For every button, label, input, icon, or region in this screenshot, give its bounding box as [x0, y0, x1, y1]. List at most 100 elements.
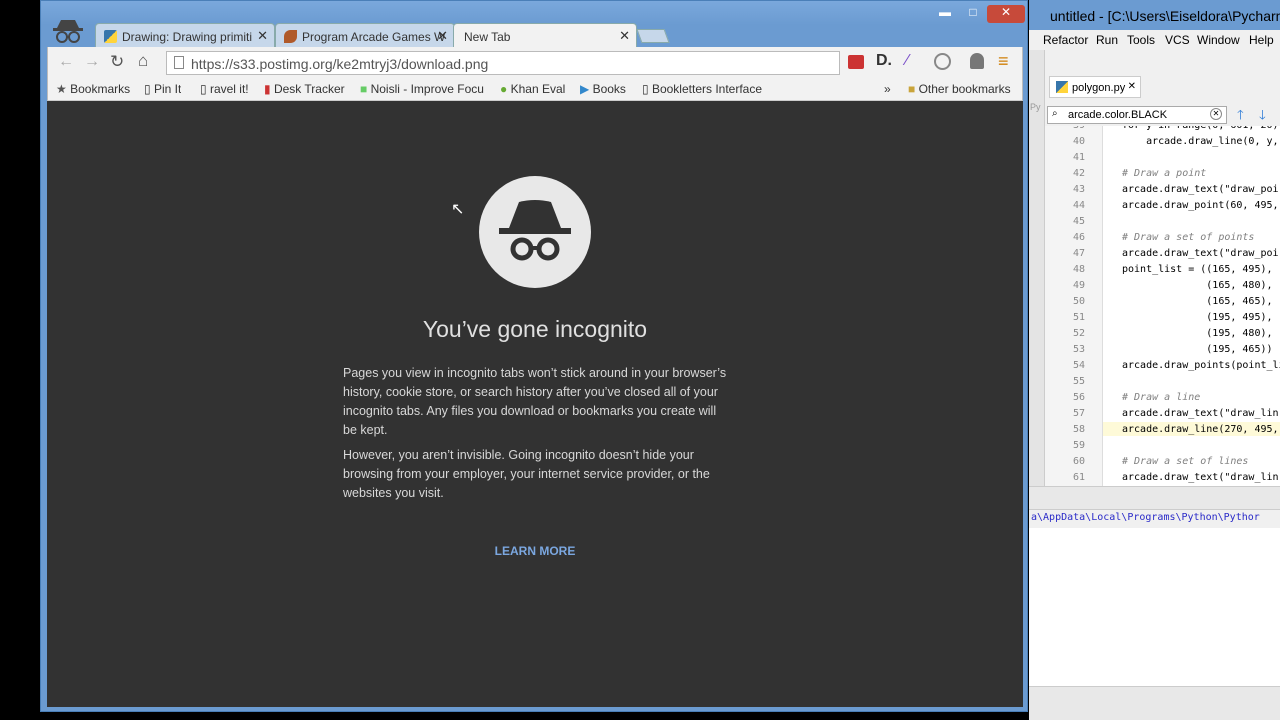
star-icon: ★	[56, 82, 67, 96]
reload-icon[interactable]: ↻	[110, 52, 124, 72]
line-number: 59	[1072, 440, 1085, 451]
page-icon	[174, 56, 184, 69]
extension-pen-icon[interactable]: ⁄	[906, 52, 909, 70]
bookmark-item[interactable]: ▯ ravel it!	[200, 82, 249, 96]
line-number: 46	[1072, 232, 1085, 243]
bookmark-item[interactable]: ▯ Pin It	[144, 82, 181, 96]
tab-close-icon[interactable]: ✕	[437, 28, 448, 44]
leaf-favicon-icon	[284, 30, 297, 43]
minimize-button[interactable]: ▬	[931, 5, 959, 23]
extension-ghost-icon[interactable]	[970, 53, 984, 69]
code-editor[interactable]: 39 for y in range(0, 601, 20): 40 arcade.d…	[1045, 126, 1280, 486]
line-number: 60	[1072, 456, 1085, 467]
incognito-description: Pages you view in incognito tabs won’t s…	[343, 366, 727, 437]
bookmark-item[interactable]: ■ Noisli - Improve Focu	[360, 82, 488, 96]
menu-icon[interactable]: ≡	[998, 51, 1009, 72]
file-tab[interactable]: polygon.py ✕	[1049, 76, 1141, 98]
line-number: 55	[1072, 376, 1085, 387]
menu-tools[interactable]: Tools	[1127, 33, 1155, 47]
new-tab-button[interactable]	[636, 29, 670, 43]
home-icon[interactable]: ⌂	[138, 51, 148, 71]
bookmark-item[interactable]: ● Khan Eval	[500, 82, 565, 96]
bookmark-item[interactable]: ▮ Desk Tracker	[264, 82, 345, 96]
address-bar[interactable]: https://s33.postimg.org/ke2mtryj3/downlo…	[166, 51, 840, 75]
tab-program-arcade-games[interactable]: Program Arcade Games W ✕	[275, 23, 455, 47]
line-number: 48	[1072, 264, 1085, 275]
tab-label: New Tab	[464, 30, 511, 44]
extension-red-icon[interactable]	[848, 55, 864, 69]
maximize-button[interactable]: □	[959, 5, 987, 23]
code-line: (165, 480),	[1122, 280, 1273, 291]
code-line: for y in range(0, 601, 20):	[1122, 126, 1280, 131]
menu-refactor[interactable]: Refactor	[1043, 33, 1088, 47]
bookmark-item[interactable]: ★ Bookmarks	[56, 82, 130, 96]
close-button[interactable]: ✕	[987, 5, 1025, 23]
url-text: https://s33.postimg.org/ke2mtryj3/downlo…	[191, 56, 489, 72]
project-panel-label[interactable]: Py	[1030, 102, 1041, 112]
line-number: 56	[1072, 392, 1085, 403]
search-icon: ⌕	[1052, 108, 1058, 119]
python-file-icon	[1056, 81, 1068, 93]
line-number: 41	[1072, 152, 1085, 163]
leaf-icon: ●	[500, 82, 508, 96]
incognito-warning: However, you aren’t invisible. Going inc…	[343, 448, 710, 500]
incognito-title: You’ve gone incognito	[422, 316, 648, 342]
line-number: 44	[1072, 200, 1085, 211]
bookmark-item[interactable]: ▶ Books	[580, 82, 626, 96]
learn-more-link[interactable]: LEARN MORE	[435, 544, 635, 558]
tab-label: Program Arcade Games W	[302, 30, 446, 44]
menu-vcs[interactable]: VCS	[1165, 33, 1190, 47]
ide-title: untitled - [C:\Users\Eiseldora\Pycharm	[1050, 8, 1280, 24]
tab-label: Drawing: Drawing primiti	[122, 30, 253, 44]
menu-window[interactable]: Window	[1197, 33, 1240, 47]
line-number: 52	[1072, 328, 1085, 339]
tab-new-tab[interactable]: New Tab ✕	[453, 23, 637, 47]
search-next-icon[interactable]: 🡓	[1259, 106, 1266, 128]
incognito-page: ↖ You’ve gone incognito Pages you view i…	[47, 101, 1023, 707]
code-line: arcade.draw_points(point_li	[1122, 360, 1280, 371]
editor-divider	[1029, 486, 1280, 510]
menu-help[interactable]: Help	[1249, 33, 1274, 47]
code-line: arcade.draw_text("draw_lin	[1122, 408, 1279, 419]
tab-drawing-primitives[interactable]: Drawing: Drawing primiti ✕	[95, 23, 275, 47]
line-number: 54	[1072, 360, 1085, 371]
code-line: (195, 480),	[1122, 328, 1273, 339]
play-books-icon: ▶	[580, 82, 590, 96]
bookmarks-bar: ★ Bookmarks ▯ Pin It ▯ ravel it! ▮ Desk …	[47, 79, 1023, 101]
file-tab-close-icon[interactable]: ✕	[1128, 81, 1136, 92]
page-icon: ▯	[642, 82, 649, 96]
back-icon[interactable]: ←	[58, 53, 74, 71]
search-field[interactable]: ⌕ arcade.color.BLACK ✕	[1047, 106, 1227, 124]
bookmarks-overflow-icon[interactable]: »	[884, 82, 891, 96]
search-prev-icon[interactable]: 🡑	[1237, 106, 1244, 128]
code-line: arcade.draw_point(60, 495,	[1122, 200, 1279, 211]
browser-title-bar	[41, 1, 1027, 25]
page-icon: ▯	[144, 82, 151, 96]
ide-sidebar: Py	[1029, 50, 1045, 486]
code-line: point_list = ((165, 495),	[1122, 264, 1273, 275]
browser-window: Drawing: Drawing primiti ✕ Program Arcad…	[40, 0, 1028, 712]
folder-icon: ■	[908, 82, 916, 96]
code-line: arcade.draw_text("draw_poi	[1122, 248, 1279, 259]
line-number: 45	[1072, 216, 1085, 227]
clear-search-icon[interactable]: ✕	[1210, 108, 1222, 120]
code-line: arcade.draw_line(270, 495,	[1122, 424, 1279, 435]
bookmark-item[interactable]: ▯ Bookletters Interface	[642, 82, 770, 96]
incognito-large-icon	[479, 176, 591, 288]
line-number: 61	[1072, 472, 1085, 483]
code-line: (195, 495),	[1122, 312, 1273, 323]
menu-run[interactable]: Run	[1096, 33, 1118, 47]
tab-close-icon[interactable]: ✕	[619, 28, 630, 44]
extension-d-icon[interactable]: D.	[876, 52, 892, 70]
browser-toolbar: ← → ↻ ⌂ https://s33.postimg.org/ke2mtryj…	[47, 47, 1023, 79]
python-favicon-icon	[104, 30, 117, 43]
console-output: a\AppData\Local\Programs\Python\Pythor	[1031, 512, 1260, 523]
forward-icon[interactable]: →	[84, 53, 100, 71]
extension-timer-icon[interactable]	[934, 53, 951, 70]
tab-close-icon[interactable]: ✕	[257, 28, 268, 44]
page-icon: ▯	[200, 82, 207, 96]
incognito-spy-icon	[51, 17, 85, 45]
other-bookmarks[interactable]: ■ Other bookmarks	[908, 82, 1011, 96]
line-number: 42	[1072, 168, 1085, 179]
mouse-cursor-icon: ↖	[451, 201, 465, 218]
